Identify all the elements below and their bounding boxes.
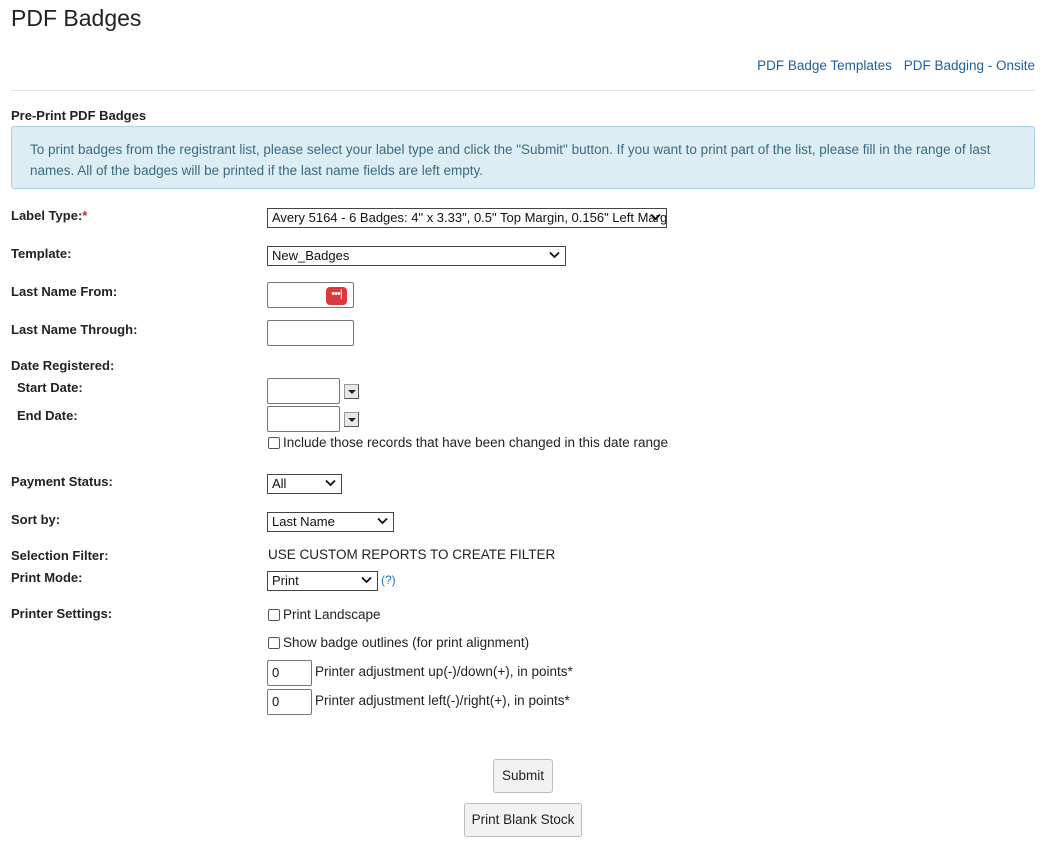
- submit-button[interactable]: Submit: [493, 759, 553, 793]
- password-manager-icon[interactable]: •••|: [326, 287, 347, 305]
- label-type-label: Label Type:*: [11, 208, 88, 223]
- print-blank-stock-button[interactable]: Print Blank Stock: [464, 803, 582, 837]
- printer-settings-label: Printer Settings:: [11, 606, 113, 621]
- include-changed-label: Include those records that have been cha…: [283, 435, 669, 450]
- template-select[interactable]: New_Badges: [267, 246, 566, 266]
- chevron-down-icon: [650, 213, 661, 221]
- page-title: PDF Badges: [11, 5, 142, 31]
- chevron-down-icon: [377, 517, 388, 525]
- last-name-through-input[interactable]: [267, 320, 354, 346]
- last-name-through-label: Last Name Through:: [11, 322, 138, 337]
- end-date-input[interactable]: [267, 406, 340, 432]
- last-name-from-input[interactable]: •••|: [267, 282, 354, 308]
- pdf-badging-onsite-link[interactable]: PDF Badging - Onsite: [904, 58, 1035, 73]
- required-mark: *: [82, 208, 88, 223]
- payment-status-label: Payment Status:: [11, 474, 113, 489]
- divider: [11, 90, 1035, 91]
- payment-status-select[interactable]: All: [267, 474, 342, 494]
- template-label: Template:: [11, 246, 72, 261]
- show-outlines-checkbox[interactable]: [268, 637, 280, 649]
- info-text: To print badges from the registrant list…: [30, 142, 991, 178]
- adjust-horizontal-label: Printer adjustment left(-)/right(+), in …: [315, 693, 570, 708]
- print-landscape-checkbox[interactable]: [268, 609, 280, 621]
- chevron-down-icon: [361, 576, 372, 584]
- label-type-select[interactable]: Avery 5164 - 6 Badges: 4" x 3.33", 0.5" …: [267, 208, 667, 228]
- chevron-down-icon: [325, 479, 336, 487]
- selection-filter-value: USE CUSTOM REPORTS TO CREATE FILTER: [268, 547, 556, 562]
- calendar-dropdown-icon[interactable]: [344, 412, 359, 427]
- print-mode-label: Print Mode:: [11, 570, 83, 585]
- top-links: PDF Badge Templates PDF Badging - Onsite: [749, 58, 1035, 73]
- adjust-vertical-input[interactable]: 0: [267, 660, 312, 686]
- date-registered-label: Date Registered:: [11, 358, 115, 373]
- show-outlines-label: Show badge outlines (for print alignment…: [283, 635, 530, 650]
- print-mode-select[interactable]: Print: [267, 571, 378, 591]
- start-date-input[interactable]: [267, 378, 340, 404]
- selection-filter-label: Selection Filter:: [11, 548, 109, 563]
- sort-by-label: Sort by:: [11, 512, 61, 527]
- chevron-down-icon: [549, 251, 560, 259]
- sort-by-select[interactable]: Last Name: [267, 512, 394, 532]
- print-mode-help-link[interactable]: (?): [381, 573, 396, 587]
- include-changed-checkbox[interactable]: [268, 437, 280, 449]
- calendar-dropdown-icon[interactable]: [344, 384, 359, 399]
- info-box: To print badges from the registrant list…: [11, 126, 1035, 189]
- print-landscape-label: Print Landscape: [283, 607, 381, 622]
- last-name-from-label: Last Name From:: [11, 284, 118, 299]
- adjust-horizontal-input[interactable]: 0: [267, 689, 312, 715]
- section-title: Pre-Print PDF Badges: [11, 108, 147, 123]
- end-date-label: End Date:: [17, 408, 78, 423]
- pdf-badge-templates-link[interactable]: PDF Badge Templates: [757, 58, 892, 73]
- start-date-label: Start Date:: [17, 380, 83, 395]
- adjust-vertical-label: Printer adjustment up(-)/down(+), in poi…: [315, 664, 573, 679]
